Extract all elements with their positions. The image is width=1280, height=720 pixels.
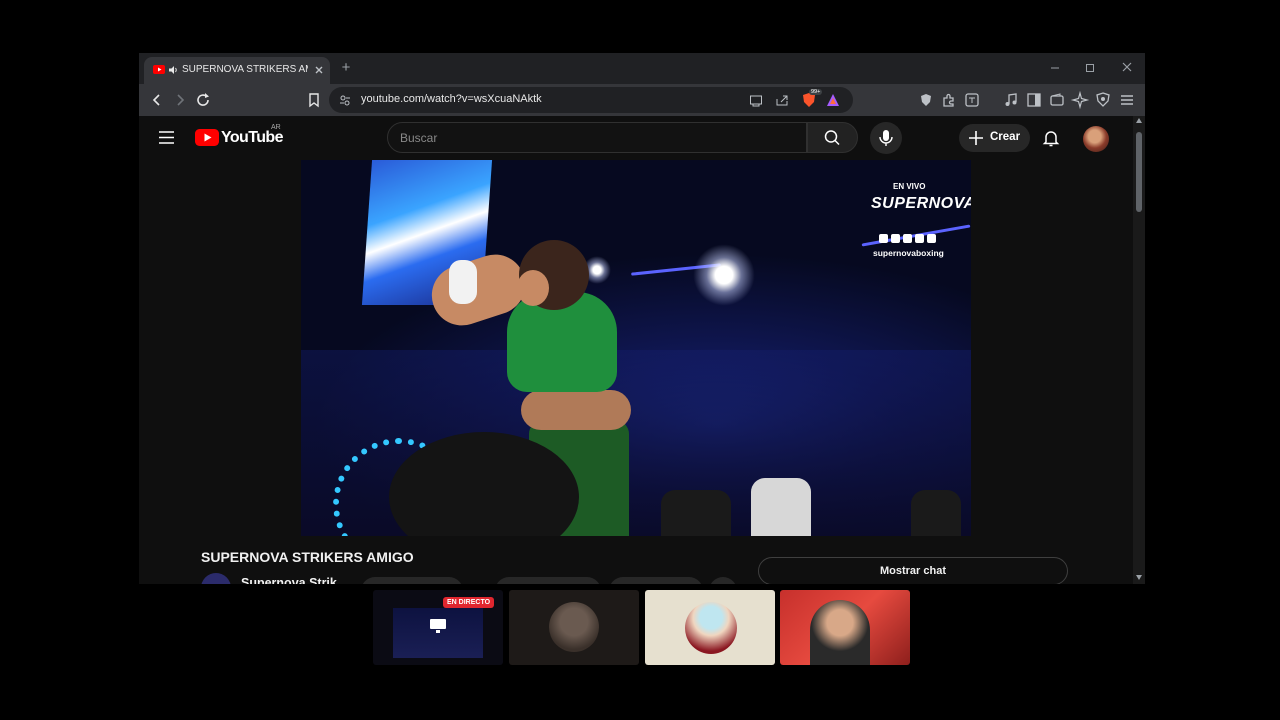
stream-overlay-brand: SUPERNOVA	[871, 195, 971, 212]
video-player[interactable]: EN VIVO SUPERNOVA supernovaboxing	[301, 160, 971, 536]
browser-menu-icon[interactable]	[1117, 90, 1137, 110]
participant-avatar	[685, 602, 737, 654]
participant-tile-screenshare[interactable]: EN DIRECTO	[373, 590, 503, 665]
search-button[interactable]	[807, 122, 858, 153]
bookmark-icon[interactable]	[304, 90, 324, 110]
share-icon[interactable]	[775, 93, 789, 107]
search-input[interactable]: Buscar	[387, 122, 807, 153]
create-button[interactable]: Crear	[959, 124, 1030, 152]
video-spectator	[911, 490, 961, 536]
share-button[interactable]	[609, 577, 703, 584]
more-actions-button[interactable]	[709, 577, 737, 584]
subscribe-button[interactable]	[361, 577, 463, 584]
show-chat-button[interactable]: Mostrar chat	[758, 557, 1068, 584]
account-avatar[interactable]	[1083, 126, 1109, 152]
live-badge: EN DIRECTO	[443, 597, 495, 608]
sidebar-toggle-icon[interactable]	[1024, 90, 1044, 110]
show-chat-label: Mostrar chat	[879, 565, 947, 577]
guide-menu-icon[interactable]	[157, 128, 177, 148]
leo-ai-icon[interactable]	[1070, 90, 1090, 110]
video-spectator	[661, 490, 731, 536]
close-tab-icon[interactable]	[314, 65, 324, 75]
scroll-up-arrow-icon[interactable]	[1136, 118, 1142, 123]
forward-button[interactable]	[170, 90, 190, 110]
minimize-button[interactable]	[1045, 59, 1065, 77]
tab-active[interactable]: SUPERNOVA STRIKERS AMIGO	[144, 57, 330, 84]
like-dislike-button[interactable]	[495, 577, 601, 584]
url-text[interactable]: youtube.com/watch?v=wsXcuaNAktk	[361, 93, 542, 105]
address-bar[interactable]: youtube.com/watch?v=wsXcuaNAktk 99+	[329, 87, 853, 113]
wallet-icon[interactable]	[1047, 90, 1067, 110]
video-spectator	[751, 478, 811, 536]
social-icons-row	[879, 234, 937, 243]
video-stadium-light	[693, 244, 755, 306]
participant-tile-2[interactable]	[509, 590, 639, 665]
extension-translate-icon[interactable]	[962, 90, 982, 110]
notifications-bell-icon[interactable]	[1041, 128, 1061, 148]
restore-button[interactable]	[1080, 59, 1100, 77]
back-button[interactable]	[147, 90, 167, 110]
browser-window: SUPERNOVA STRIKERS AMIGO +	[139, 53, 1145, 584]
voice-search-button[interactable]	[870, 122, 902, 154]
reload-button[interactable]	[193, 90, 213, 110]
stream-overlay-handle: supernovaboxing	[873, 248, 944, 258]
participant-tile-3[interactable]	[645, 590, 775, 665]
channel-name[interactable]: Supernova Strik	[241, 576, 337, 584]
participant-webcam-person	[810, 600, 870, 665]
screen-share-icon	[429, 618, 447, 634]
brave-rewards-icon[interactable]	[826, 93, 840, 107]
shields-count-badge: 99+	[809, 89, 823, 95]
participant-avatar	[549, 602, 599, 652]
cast-icon[interactable]	[749, 93, 763, 107]
media-control-icon[interactable]	[1001, 90, 1021, 110]
region-code: AR	[271, 124, 281, 131]
audio-playing-icon[interactable]	[168, 65, 179, 75]
video-hand-wraps	[449, 260, 477, 304]
page-scrollbar[interactable]	[1133, 116, 1145, 584]
youtube-favicon-icon	[153, 65, 165, 74]
video-fighter-face	[517, 270, 549, 306]
youtube-header: YouTube AR Buscar Crear	[139, 116, 1133, 160]
new-tab-button[interactable]: +	[337, 59, 355, 77]
scroll-down-arrow-icon[interactable]	[1136, 575, 1142, 580]
navigation-bar: youtube.com/watch?v=wsXcuaNAktk 99+	[139, 84, 1145, 116]
youtube-logo-icon[interactable]	[195, 129, 219, 146]
stream-overlay-live-label: EN VIVO	[893, 182, 926, 191]
youtube-logo-text[interactable]: YouTube	[221, 129, 283, 147]
tab-strip: SUPERNOVA STRIKERS AMIGO +	[139, 53, 1145, 84]
plus-icon	[968, 130, 984, 146]
extensions-puzzle-icon[interactable]	[939, 90, 959, 110]
participant-tile-webcam[interactable]	[780, 590, 910, 665]
site-info-icon[interactable]	[339, 94, 351, 106]
vpn-shield-icon[interactable]	[1093, 90, 1113, 110]
close-window-button[interactable]	[1117, 59, 1137, 77]
channel-avatar[interactable]	[201, 573, 231, 584]
search-placeholder: Buscar	[400, 131, 438, 145]
extension-shield-icon[interactable]	[916, 90, 936, 110]
video-fighter-waist	[521, 390, 631, 430]
create-label: Crear	[990, 131, 1021, 143]
tab-title: SUPERNOVA STRIKERS AMIGO	[182, 64, 308, 75]
video-title: SUPERNOVA STRIKERS AMIGO	[201, 549, 414, 565]
scrollbar-thumb[interactable]	[1136, 132, 1142, 212]
